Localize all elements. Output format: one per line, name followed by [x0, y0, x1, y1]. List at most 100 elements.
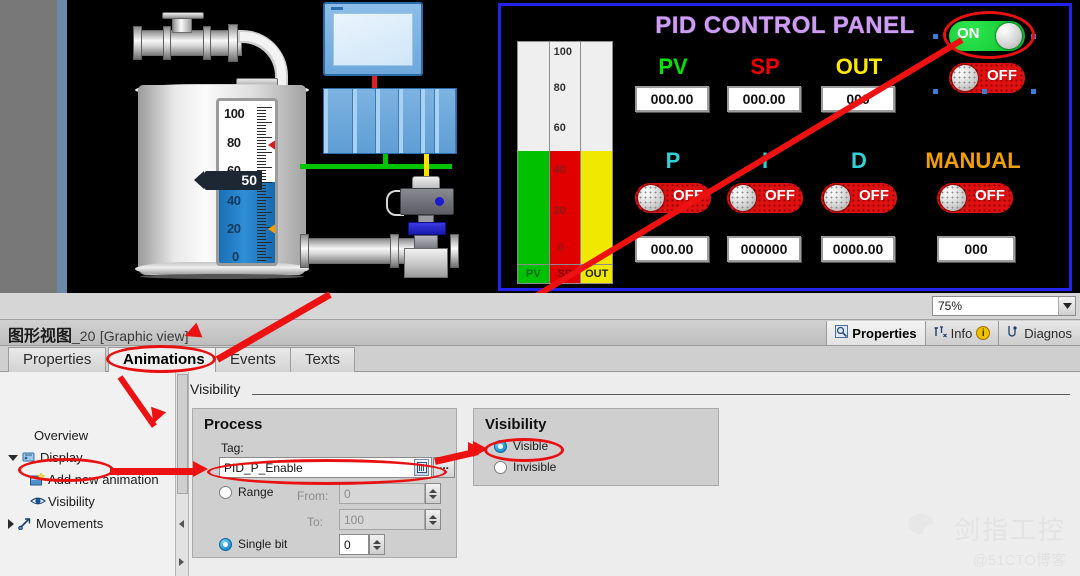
from-stepper[interactable] — [425, 483, 441, 504]
manual-value-field[interactable]: 000 — [937, 236, 1015, 262]
i-header: I — [761, 148, 769, 173]
selection-handle[interactable] — [1031, 34, 1036, 39]
tree-item-label: Add new animation — [48, 472, 159, 487]
valve-collar — [408, 222, 446, 235]
sp-value-field[interactable]: 000.00 — [727, 86, 801, 112]
tree-item-movements[interactable]: Movements — [8, 516, 103, 531]
to-stepper[interactable] — [425, 509, 441, 530]
toggle-knob — [638, 185, 664, 211]
d-header: D — [851, 148, 867, 173]
gauge-label: 20 — [227, 221, 241, 236]
tab-texts[interactable]: Texts — [290, 347, 356, 372]
to-input[interactable]: 100 — [339, 509, 425, 530]
single-bit-label: Single bit — [238, 537, 288, 551]
out-value-field[interactable]: 000 — [821, 86, 895, 112]
bargraph-column-pv: PV — [518, 42, 550, 283]
selection-handle[interactable] — [982, 89, 987, 94]
system-off-toggle[interactable]: OFF — [949, 63, 1025, 93]
toggle-label: OFF — [859, 187, 889, 204]
zoom-level-combobox[interactable]: 75% — [932, 296, 1076, 316]
system-on-toggle[interactable]: ON — [949, 21, 1025, 51]
i-enable-toggle[interactable]: OFF — [727, 183, 803, 213]
selection-handle[interactable] — [1031, 89, 1036, 94]
chevron-right-icon[interactable] — [8, 518, 14, 529]
pipe-flange — [300, 234, 309, 268]
pv-value-field[interactable]: 000.00 — [635, 86, 709, 112]
tree-item-display[interactable]: Display — [8, 450, 83, 465]
invisible-label: Invisible — [513, 460, 557, 474]
info-badge-icon: i — [976, 326, 991, 340]
toggle-label: OFF — [673, 187, 703, 204]
scroll-left-icon[interactable] — [179, 520, 184, 528]
tab-info-panel[interactable]: Info i — [924, 321, 999, 345]
section-title: Visibility — [190, 381, 241, 397]
bargraph-column-out: OUT — [581, 42, 613, 283]
level-value-pointer: 50 — [194, 171, 262, 190]
chevron-down-icon[interactable] — [1058, 297, 1075, 315]
pipe-flange — [390, 234, 399, 268]
toggle-knob — [730, 185, 756, 211]
tree-item-overview[interactable]: Overview — [34, 428, 88, 443]
visible-radio[interactable]: Visible — [494, 439, 548, 453]
pipe-flange — [163, 26, 171, 60]
tab-animations[interactable]: Animations — [108, 347, 220, 372]
d-value-field[interactable]: 0000.00 — [821, 236, 895, 262]
valve-indicator-icon — [435, 197, 444, 206]
tag-picker-icon[interactable] — [414, 459, 429, 476]
properties-icon — [835, 325, 849, 341]
gauge-high-marker-icon — [268, 139, 275, 151]
tab-events[interactable]: Events — [215, 347, 291, 372]
pv-header: PV — [658, 54, 688, 79]
animations-tree[interactable]: Overview Display Add new animation Visib… — [0, 372, 176, 576]
radio-indicator — [219, 537, 232, 551]
diagnostics-icon — [1007, 325, 1020, 341]
chevron-down-icon[interactable] — [8, 454, 18, 461]
p-value-field[interactable]: 000.00 — [635, 236, 709, 262]
manual-enable-toggle[interactable]: OFF — [937, 183, 1013, 213]
canvas-status-bar — [0, 293, 1080, 320]
tag-input[interactable]: PID_P_Enable — [219, 457, 432, 478]
graphic-view-canvas[interactable]: 100 80 60 40 20 0 50 — [0, 0, 1080, 293]
i-value-field[interactable]: 000000 — [727, 236, 801, 262]
toggle-knob — [940, 185, 966, 211]
tab-diagnostics-panel[interactable]: Diagnos — [998, 321, 1080, 345]
from-input[interactable]: 0 — [339, 483, 425, 504]
scrollbar-thumb[interactable] — [177, 374, 188, 494]
single-bit-input[interactable]: 0 — [339, 534, 369, 555]
tab-properties[interactable]: Properties — [8, 347, 107, 372]
radio-indicator — [219, 485, 232, 499]
bargraph-label: SP — [549, 264, 581, 283]
scroll-right-icon[interactable] — [179, 558, 184, 566]
tree-item-label: Display — [40, 450, 83, 465]
single-bit-radio[interactable]: Single bit — [219, 537, 287, 551]
radio-indicator — [494, 460, 507, 474]
tab-properties-panel[interactable]: Properties — [826, 321, 925, 345]
tree-scrollbar[interactable] — [176, 372, 189, 576]
tag-value: PID_P_Enable — [224, 460, 303, 475]
single-bit-stepper[interactable] — [369, 534, 385, 555]
from-value: 0 — [344, 486, 351, 501]
pipe-flange — [228, 24, 238, 62]
range-radio[interactable]: Range — [219, 485, 273, 499]
inlet-pipe — [137, 30, 242, 56]
section-rule — [252, 394, 1070, 395]
selection-handle[interactable] — [933, 89, 938, 94]
add-animation-icon — [30, 472, 46, 486]
p-enable-toggle[interactable]: OFF — [635, 183, 711, 213]
gauge-label: 80 — [227, 135, 241, 150]
hmi-led-icon — [331, 7, 343, 10]
invisible-radio[interactable]: Invisible — [494, 460, 556, 474]
properties-tab-strip: Properties Animations Events Texts — [0, 346, 1080, 372]
hmi-device-graphic — [323, 2, 423, 76]
gauge-label: 100 — [224, 106, 245, 121]
tag-browse-button[interactable]: ... — [433, 457, 455, 478]
selection-handle[interactable] — [933, 34, 938, 39]
d-enable-toggle[interactable]: OFF — [821, 183, 897, 213]
tree-item-visibility[interactable]: Visibility — [30, 494, 95, 509]
valve-neck — [414, 235, 438, 249]
manual-header: MANUAL — [925, 148, 1021, 173]
from-label: From: — [297, 489, 329, 503]
toggle-label: OFF — [987, 67, 1017, 84]
toggle-knob — [824, 185, 850, 211]
tree-item-add-new-animation[interactable]: Add new animation — [30, 472, 159, 487]
